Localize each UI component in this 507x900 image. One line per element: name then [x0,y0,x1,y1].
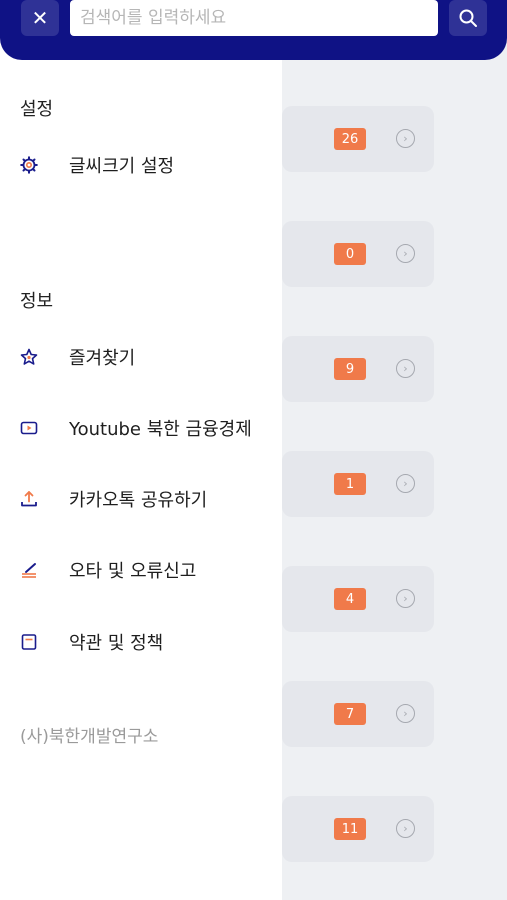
list-item[interactable]: 4 › [282,566,434,632]
menu-item-youtube[interactable]: Youtube 북한 금융경제 [0,408,282,448]
chevron-right-icon: › [396,359,415,378]
search-button[interactable] [449,0,487,36]
section-title-settings: 설정 [20,99,54,120]
close-button[interactable]: ✕ [21,0,59,36]
search-input[interactable] [70,0,438,36]
count-badge: 9 [334,358,366,380]
menu-item-label: Youtube 북한 금융경제 [69,419,252,440]
menu-item-label: 약관 및 정책 [69,633,164,654]
count-badge: 7 [334,703,366,725]
search-header: ✕ [0,0,507,60]
menu-item-terms[interactable]: 약관 및 정책 [0,622,282,662]
count-badge: 11 [334,818,366,840]
list-item[interactable]: 7 › [282,681,434,747]
chevron-right-icon: › [396,474,415,493]
chevron-right-icon: › [396,589,415,608]
list-item[interactable]: 0 › [282,221,434,287]
menu-item-kakao-share[interactable]: 카카오톡 공유하기 [0,479,282,519]
menu-item-label: 즐겨찾기 [69,348,136,369]
side-drawer: 설정 글씨크기 설정 정보 즐겨찾기 Youtube 북한 금융경제 카카오톡 … [0,0,282,900]
list-item[interactable]: 26 › [282,106,434,172]
list-item[interactable]: 9 › [282,336,434,402]
menu-item-label: 카카오톡 공유하기 [69,490,208,511]
list-item[interactable]: 11 › [282,796,434,862]
count-badge: 1 [334,473,366,495]
list-item[interactable]: 1 › [282,451,434,517]
count-badge: 26 [334,128,366,150]
document-icon [19,632,39,652]
organization-name: (사)북한개발연구소 [20,727,159,747]
edit-icon [19,560,39,580]
count-badge: 0 [334,243,366,265]
gear-icon [19,155,39,175]
youtube-icon [19,418,39,438]
close-icon: ✕ [31,6,49,30]
star-icon [19,347,39,367]
section-title-info: 정보 [20,291,54,312]
menu-item-font-size[interactable]: 글씨크기 설정 [0,145,282,185]
count-badge: 4 [334,588,366,610]
chevron-right-icon: › [396,244,415,263]
menu-item-label: 오타 및 오류신고 [69,561,197,582]
menu-item-favorites[interactable]: 즐겨찾기 [0,337,282,377]
share-icon [19,489,39,509]
search-icon [459,9,477,27]
chevron-right-icon: › [396,819,415,838]
menu-item-error-report[interactable]: 오타 및 오류신고 [0,550,282,590]
menu-item-label: 글씨크기 설정 [69,156,175,177]
chevron-right-icon: › [396,704,415,723]
chevron-right-icon: › [396,129,415,148]
